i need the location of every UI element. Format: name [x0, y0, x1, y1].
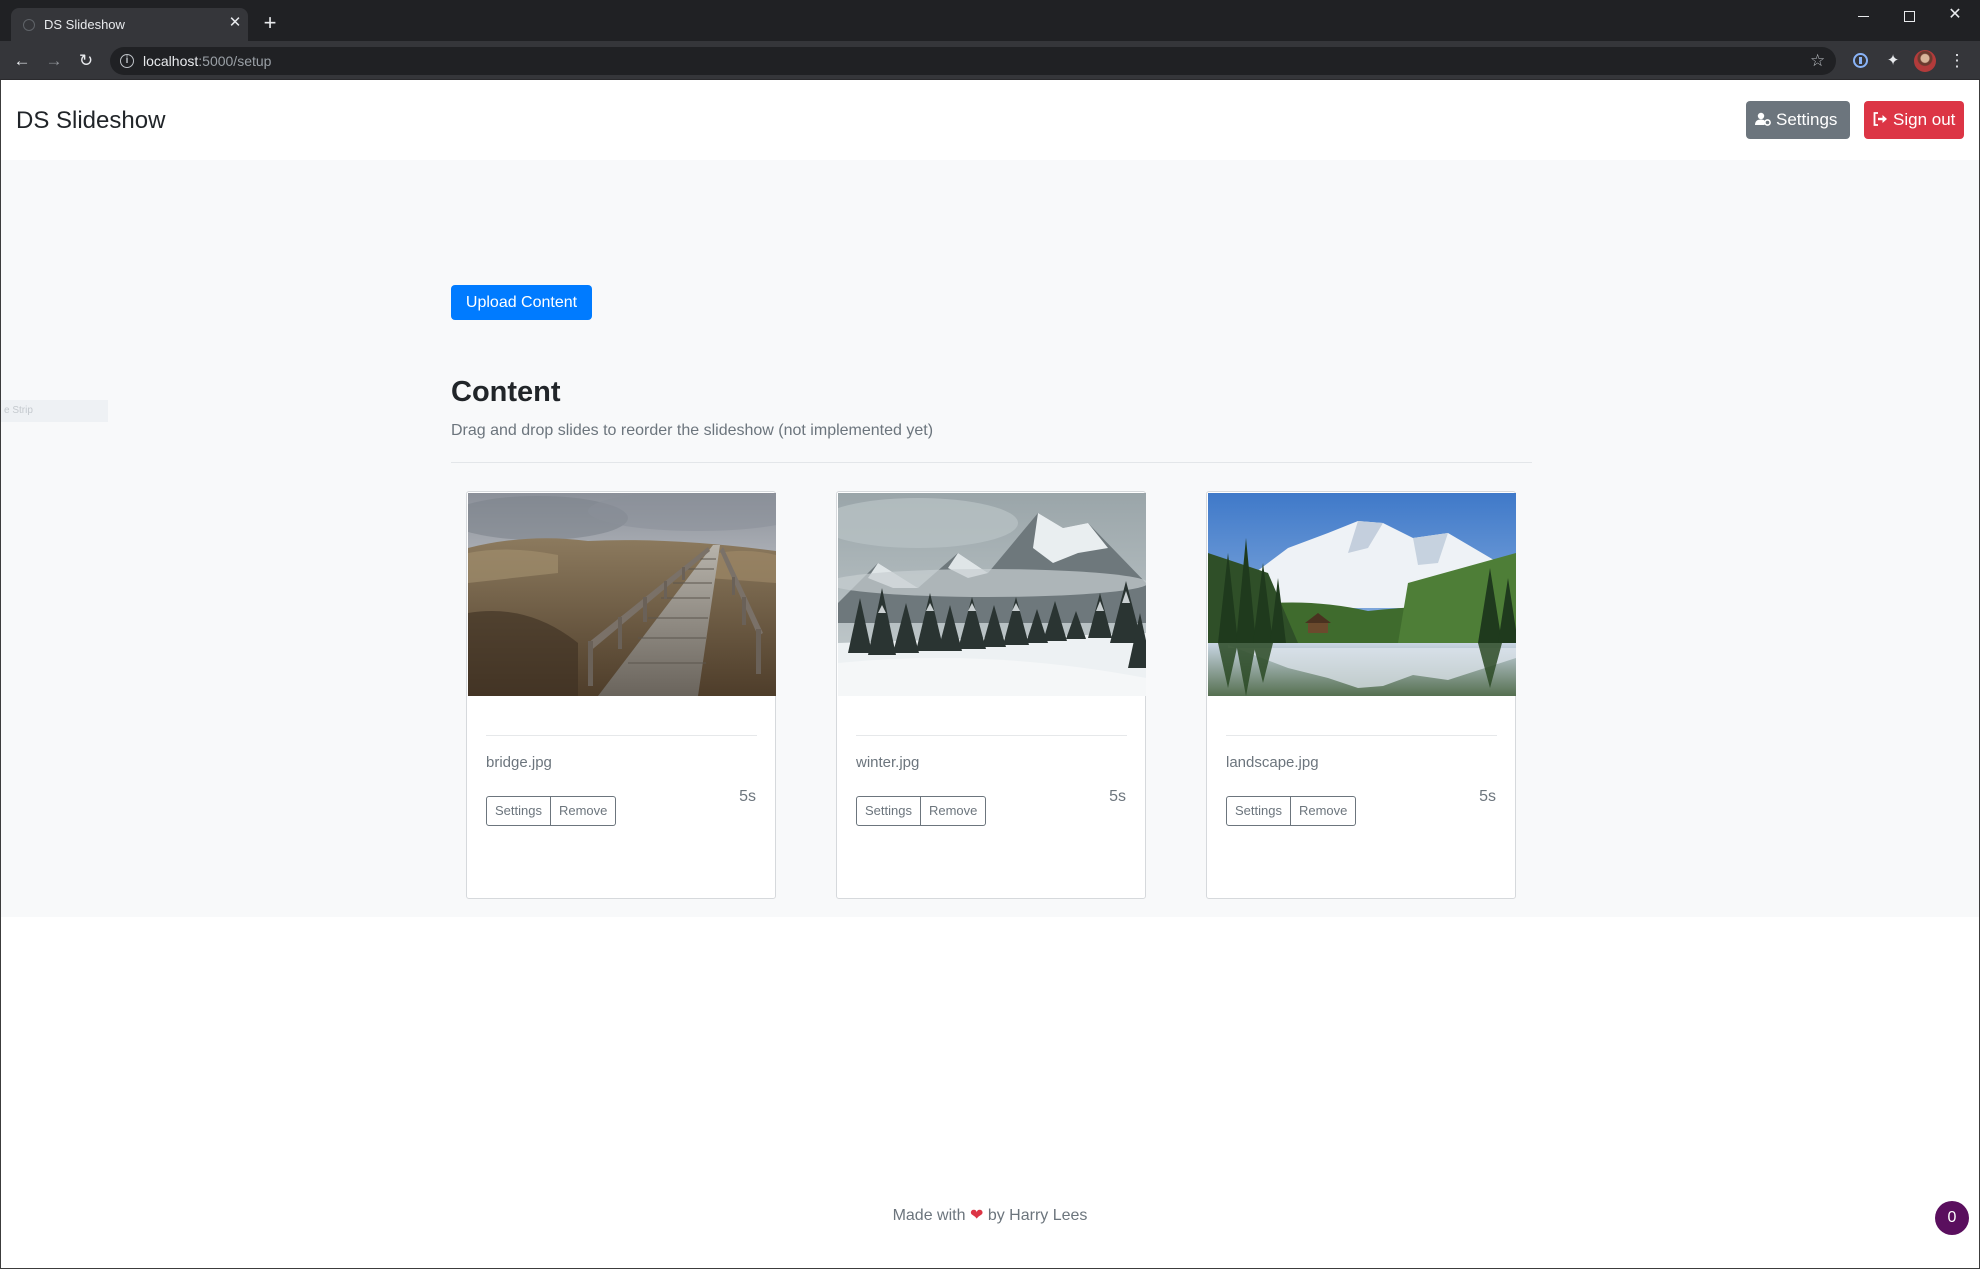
browser-menu-icon[interactable]: ⋮ [1946, 50, 1968, 72]
tab-favicon-icon [23, 19, 35, 31]
footer-author: by Harry Lees [987, 1207, 1088, 1224]
slide-settings-button[interactable]: Settings [486, 796, 551, 826]
heart-icon: ❤ [969, 1207, 984, 1224]
slide-filename: bridge.jpg [486, 754, 552, 771]
browser-tab-strip: DS Slideshow ✕ + ✕ [0, 0, 1980, 41]
user-cog-icon [1755, 101, 1771, 139]
settings-button-label: Settings [1776, 110, 1838, 129]
sign-out-button[interactable]: Sign out [1864, 101, 1964, 139]
slide-duration: 5s [1109, 788, 1126, 805]
slide-card[interactable]: landscape.jpg Settings Remove 5s [1206, 491, 1516, 899]
slide-filename: landscape.jpg [1226, 754, 1319, 771]
bookmark-star-icon[interactable]: ☆ [1810, 51, 1825, 71]
site-info-icon[interactable]: i [120, 54, 134, 68]
url-path: :5000/setup [198, 53, 272, 69]
profile-avatar[interactable] [1914, 50, 1936, 72]
sign-out-button-label: Sign out [1893, 110, 1956, 129]
extensions-puzzle-icon[interactable]: ✦ [1882, 50, 1904, 72]
card-divider [856, 735, 1127, 736]
url-host: localhost [143, 53, 199, 69]
content-subtitle: Drag and drop slides to reorder the slid… [451, 422, 934, 439]
slide-remove-button[interactable]: Remove [1290, 796, 1357, 826]
address-bar[interactable]: i localhost:5000/setup ☆ [110, 47, 1836, 75]
main-content: e Strip Upload Content Content Drag and … [1, 160, 1979, 917]
bridge-photo [468, 493, 776, 696]
landscape-lake-photo [1208, 493, 1516, 696]
window-minimize-icon[interactable] [1840, 2, 1886, 28]
slide-duration: 5s [1479, 788, 1496, 805]
slide-remove-button[interactable]: Remove [550, 796, 617, 826]
browser-tab[interactable]: DS Slideshow ✕ [11, 8, 248, 41]
ghost-sidebar-text: e Strip [1, 400, 108, 422]
browser-toolbar: ← → ↻ i localhost:5000/setup ☆ ✦ ⋮ [0, 41, 1980, 80]
new-tab-icon[interactable]: + [260, 12, 280, 34]
window-close-icon[interactable]: ✕ [1932, 2, 1978, 28]
brand-title[interactable]: DS Slideshow [16, 107, 165, 135]
divider [451, 462, 1532, 463]
reload-icon[interactable]: ↻ [75, 50, 97, 72]
slide-card[interactable]: winter.jpg Settings Remove 5s [836, 491, 1146, 899]
footer-made-with: Made with [892, 1207, 966, 1224]
card-divider [486, 735, 757, 736]
slide-settings-button[interactable]: Settings [856, 796, 921, 826]
tab-close-icon[interactable]: ✕ [226, 14, 244, 32]
slide-actions: Settings Remove [1226, 796, 1357, 826]
sign-out-icon [1873, 101, 1888, 139]
slide-actions: Settings Remove [856, 796, 987, 826]
content-heading: Content [451, 376, 561, 408]
password-manager-extension-icon[interactable] [1849, 50, 1871, 72]
settings-button[interactable]: Settings [1746, 101, 1850, 139]
upload-content-button[interactable]: Upload Content [451, 285, 592, 320]
top-navbar: DS Slideshow Settings Sign out [1, 80, 1979, 160]
footer: Made with ❤ by Harry Lees [1, 1205, 1979, 1225]
slide-duration: 5s [739, 788, 756, 805]
slide-card[interactable]: bridge.jpg Settings Remove 5s [466, 491, 776, 899]
url-text[interactable]: localhost:5000/setup [143, 53, 271, 69]
notification-badge[interactable]: 0 [1935, 1201, 1969, 1235]
slide-actions: Settings Remove [486, 796, 617, 826]
winter-mountain-photo [838, 493, 1146, 696]
slide-settings-button[interactable]: Settings [1226, 796, 1291, 826]
window-maximize-icon[interactable] [1886, 2, 1932, 28]
forward-arrow-icon[interactable]: → [43, 50, 65, 72]
slide-remove-button[interactable]: Remove [920, 796, 987, 826]
tab-title: DS Slideshow [44, 17, 125, 32]
back-arrow-icon[interactable]: ← [11, 50, 33, 72]
slide-filename: winter.jpg [856, 754, 920, 771]
web-page: DS Slideshow Settings Sign out e Strip U… [0, 80, 1980, 1269]
card-divider [1226, 735, 1497, 736]
